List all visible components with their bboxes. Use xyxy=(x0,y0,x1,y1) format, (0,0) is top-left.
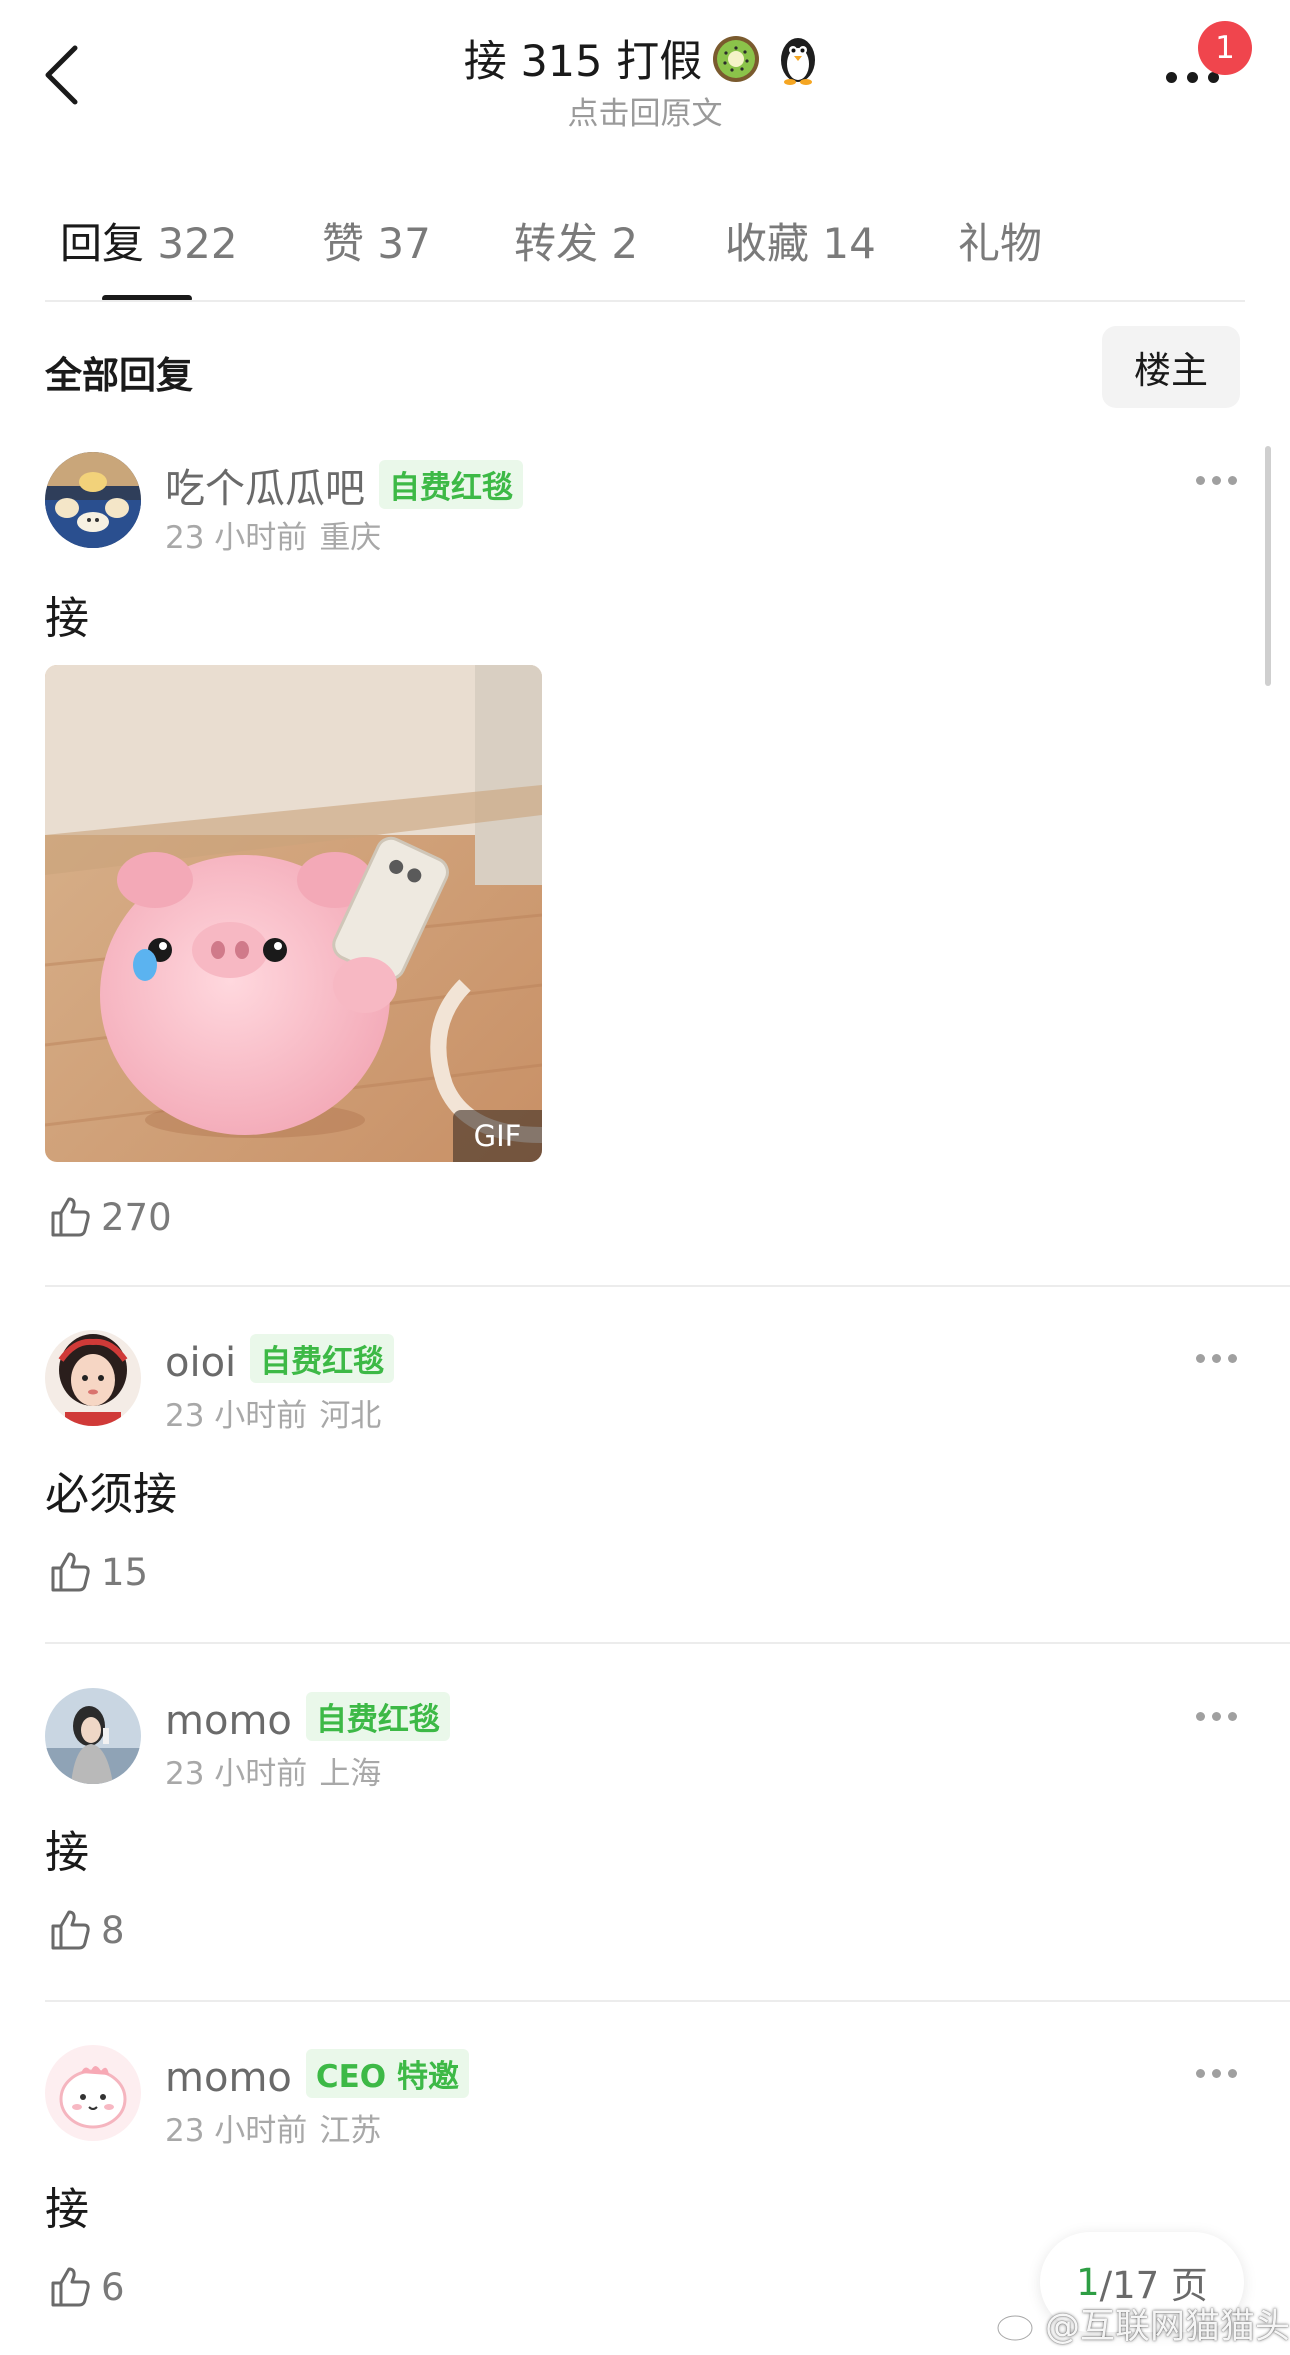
comment-divider xyxy=(45,2000,1290,2002)
post-title-block[interactable]: 接 315 打假 点击回原文 xyxy=(300,28,990,133)
user-title-badge: 自费红毯 xyxy=(250,1334,395,1383)
tab-replies-label: 回复 xyxy=(60,219,145,268)
kiwi-icon xyxy=(713,36,760,82)
username-text: momo xyxy=(165,2055,292,2101)
thumbs-up-icon xyxy=(51,2267,90,2307)
user-title-badge: CEO 特邀 xyxy=(305,2049,469,2098)
tab-replies-count: 322 xyxy=(157,219,238,268)
comment-more-button[interactable] xyxy=(1192,472,1240,492)
comment-more-button[interactable] xyxy=(1192,1350,1240,1370)
notification-badge: 1 xyxy=(1198,21,1252,75)
tab-gifts[interactable]: 礼物 xyxy=(958,210,1042,271)
weibo-logo-icon xyxy=(996,2307,1039,2342)
avatar[interactable] xyxy=(45,2045,141,2141)
username-text: 吃个瓜瓜吧 xyxy=(165,466,365,512)
tab-likes[interactable]: 赞 37 xyxy=(322,210,431,271)
thumbs-up-icon xyxy=(51,1910,90,1950)
pig-phone-gif-illustration xyxy=(45,665,542,1162)
comment-divider xyxy=(45,1642,1290,1644)
tabs-divider xyxy=(45,300,1245,302)
comment-location: 重庆 xyxy=(319,520,382,556)
comment-more-button[interactable] xyxy=(1192,1708,1240,1728)
chevron-left-icon xyxy=(45,45,78,105)
tab-reposts[interactable]: 转发 2 xyxy=(514,210,638,271)
comment-meta: 23 小时前 江苏 xyxy=(165,2105,381,2150)
comment-meta: 23 小时前 河北 xyxy=(165,1390,381,1435)
gif-label: GIF xyxy=(453,1110,542,1162)
comment-meta: 23 小时前 上海 xyxy=(165,1748,381,1793)
user-title-badge: 自费红毯 xyxy=(379,460,523,509)
user-title-badge: 自费红毯 xyxy=(305,1692,450,1741)
post-title: 接 315 打假 xyxy=(300,28,990,88)
username[interactable]: oioi 自费红毯 xyxy=(165,1334,395,1386)
comment-text: 接 xyxy=(45,1827,89,1878)
more-horizontal-icon xyxy=(1196,1712,1237,1721)
like-button[interactable]: 270 xyxy=(45,1193,172,1241)
tab-likes-label: 赞 xyxy=(322,219,365,268)
avatar-pink-cartoon-image xyxy=(45,2045,141,2141)
more-horizontal-icon xyxy=(1196,2069,1237,2078)
comment-time: 23 小时前 xyxy=(165,520,308,556)
more-horizontal-icon xyxy=(1196,1354,1237,1363)
back-button[interactable] xyxy=(30,30,100,120)
comment-divider xyxy=(45,1285,1290,1287)
tab-favorites-label: 收藏 xyxy=(725,219,810,268)
username-text: momo xyxy=(165,1698,292,1744)
like-button[interactable]: 8 xyxy=(45,1906,125,1954)
top-navigation-bar: 接 315 打假 点击回原文 1 xyxy=(0,0,1290,150)
comment-location: 江苏 xyxy=(319,2113,382,2149)
comment-more-button[interactable] xyxy=(1192,2065,1240,2085)
watermark: @互联网猫猫头 xyxy=(995,2298,1290,2348)
comment-text: 必须接 xyxy=(45,1469,177,1520)
comment-meta: 23 小时前 重庆 xyxy=(165,512,381,557)
username[interactable]: momo 自费红毯 xyxy=(165,1692,450,1744)
comment-time: 23 小时前 xyxy=(165,1756,308,1792)
username[interactable]: 吃个瓜瓜吧 自费红毯 xyxy=(165,456,523,514)
avatar[interactable] xyxy=(45,1688,141,1784)
username[interactable]: momo CEO 特邀 xyxy=(165,2049,469,2101)
comment-text: 接 xyxy=(45,593,89,644)
tab-likes-count: 37 xyxy=(377,219,431,268)
comment-text: 接 xyxy=(45,2184,89,2235)
tab-gifts-label: 礼物 xyxy=(958,219,1043,268)
comment-time: 23 小时前 xyxy=(165,2113,308,2149)
penguin-icon xyxy=(781,38,816,85)
thumbs-up-icon xyxy=(51,1197,90,1237)
comment-time: 23 小时前 xyxy=(165,1398,308,1434)
comment-location: 河北 xyxy=(319,1398,382,1434)
tab-reposts-label: 转发 xyxy=(514,219,599,268)
avatar[interactable] xyxy=(45,452,141,548)
watermark-text: @互联网猫猫头 xyxy=(1045,2306,1290,2347)
avatar-woman-image xyxy=(45,1688,141,1784)
post-title-text: 接 315 打假 xyxy=(463,37,703,87)
comment-location: 上海 xyxy=(319,1756,382,1792)
avatar-girl-image xyxy=(45,1330,141,1426)
thumbs-up-icon xyxy=(51,1552,90,1592)
tab-reposts-count: 2 xyxy=(611,219,639,268)
more-horizontal-icon xyxy=(1196,476,1237,485)
username-text: oioi xyxy=(165,1340,237,1386)
like-button[interactable]: 15 xyxy=(45,1548,148,1596)
more-horizontal-icon xyxy=(1166,72,1219,83)
like-count: 6 xyxy=(101,2265,125,2309)
tab-replies[interactable]: 回复 322 xyxy=(60,210,238,271)
back-to-original-link[interactable]: 点击回原文 xyxy=(300,88,990,133)
interaction-tabs: 回复 322 赞 37 转发 2 收藏 14 礼物 xyxy=(0,190,1290,302)
like-count: 8 xyxy=(101,1908,125,1952)
comment-gif-image[interactable]: GIF xyxy=(45,665,542,1162)
like-count: 270 xyxy=(101,1195,172,1239)
avatar-figurines-image xyxy=(45,452,141,548)
like-count: 15 xyxy=(101,1550,149,1594)
avatar[interactable] xyxy=(45,1330,141,1426)
scrollbar[interactable] xyxy=(1265,446,1271,686)
op-only-button[interactable]: 楼主 xyxy=(1102,326,1240,408)
tab-favorites-count: 14 xyxy=(822,219,876,268)
like-button[interactable]: 6 xyxy=(45,2263,125,2311)
tab-favorites[interactable]: 收藏 14 xyxy=(725,210,876,271)
all-replies-heading: 全部回复 xyxy=(45,354,193,397)
